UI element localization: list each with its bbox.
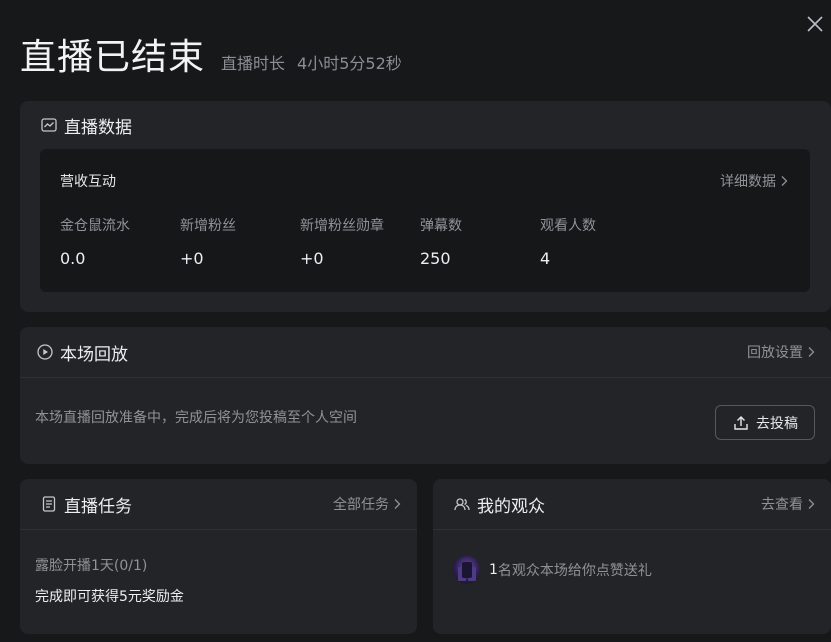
view-audience-label: 去查看: [761, 497, 803, 513]
audience-summary: 1 名观众本场给你点赞送礼: [453, 556, 652, 584]
live-data-title: 直播数据: [64, 117, 132, 138]
audience-text: 名观众本场给你点赞送礼: [497, 563, 652, 579]
stat-label: 新增粉丝: [180, 218, 236, 234]
live-tasks-card: 直播任务 全部任务 露脸开播1天(0/1) 完成即可获得5元奖励金: [20, 479, 417, 634]
my-audience-card: 我的观众 去查看 1 名观众本场给你点赞送礼: [433, 479, 831, 634]
chevron-right-icon: [808, 347, 815, 357]
revenue-panel: 营收互动 详细数据 金仓鼠流水 0.0 新增粉丝 +0 新增粉丝勋章 +0 弹幕…: [40, 149, 810, 292]
line-chart-icon: [41, 118, 57, 132]
view-audience-link[interactable]: 去查看: [761, 494, 815, 514]
stat-value: +0: [180, 249, 204, 268]
stat-new-fans: 新增粉丝 +0: [180, 215, 300, 268]
stat-label: 弹幕数: [420, 218, 462, 234]
replay-settings-label: 回放设置: [747, 345, 803, 361]
detail-data-link[interactable]: 详细数据: [720, 171, 788, 191]
stat-value: 4: [540, 249, 551, 268]
close-button[interactable]: [803, 12, 827, 36]
duration-label: 直播时长: [221, 54, 286, 73]
page-header: 直播已结束 直播时长 4小时5分52秒: [20, 28, 402, 80]
upload-button-label: 去投稿: [756, 415, 798, 432]
task-reward: 完成即可获得5元奖励金: [35, 589, 184, 605]
live-data-card: 直播数据 营收互动 详细数据 金仓鼠流水 0.0 新增粉丝 +0 新增粉丝勋章 …: [20, 101, 831, 312]
all-tasks-label: 全部任务: [333, 497, 389, 513]
divider: [20, 377, 831, 378]
page-title: 直播已结束: [20, 37, 206, 78]
task-name: 露脸开播1天(0/1): [35, 558, 148, 574]
stat-gold-hamster: 金仓鼠流水 0.0: [60, 215, 180, 268]
tasks-title: 直播任务: [64, 496, 132, 517]
audience-title: 我的观众: [477, 496, 545, 517]
replay-description: 本场直播回放准备中，完成后将为您投稿至个人空间: [35, 410, 357, 426]
stat-value: +0: [300, 249, 324, 268]
chevron-right-icon: [781, 176, 788, 186]
revenue-section-title: 营收互动: [60, 174, 116, 190]
stat-label: 金仓鼠流水: [60, 218, 130, 234]
chevron-right-icon: [808, 499, 815, 509]
upload-icon: [734, 415, 748, 430]
detail-data-label: 详细数据: [720, 174, 776, 190]
stats-row: 金仓鼠流水 0.0 新增粉丝 +0 新增粉丝勋章 +0 弹幕数 250 观看人数…: [60, 215, 660, 268]
replay-title: 本场回放: [60, 344, 128, 365]
play-circle-icon: [37, 344, 53, 360]
stat-label: 观看人数: [540, 218, 596, 234]
people-icon: [454, 498, 470, 511]
stat-value: 0.0: [60, 249, 86, 268]
stat-label: 新增粉丝勋章: [300, 218, 384, 234]
all-tasks-link[interactable]: 全部任务: [333, 494, 401, 514]
upload-button[interactable]: 去投稿: [715, 405, 815, 440]
document-icon: [42, 496, 56, 512]
replay-settings-link[interactable]: 回放设置: [747, 342, 815, 362]
duration-value: 4小时5分52秒: [297, 54, 402, 73]
stat-viewers: 观看人数 4: [540, 215, 660, 268]
close-icon: [807, 16, 823, 32]
divider: [433, 529, 831, 530]
audience-count: 1: [489, 562, 498, 578]
stat-danmaku: 弹幕数 250: [420, 215, 540, 268]
divider: [20, 529, 417, 530]
chevron-right-icon: [394, 499, 401, 509]
avatar: [453, 556, 481, 584]
stat-new-fan-medals: 新增粉丝勋章 +0: [300, 215, 420, 268]
stat-value: 250: [420, 249, 451, 268]
replay-card: 本场回放 回放设置 本场直播回放准备中，完成后将为您投稿至个人空间 去投稿: [20, 327, 831, 464]
